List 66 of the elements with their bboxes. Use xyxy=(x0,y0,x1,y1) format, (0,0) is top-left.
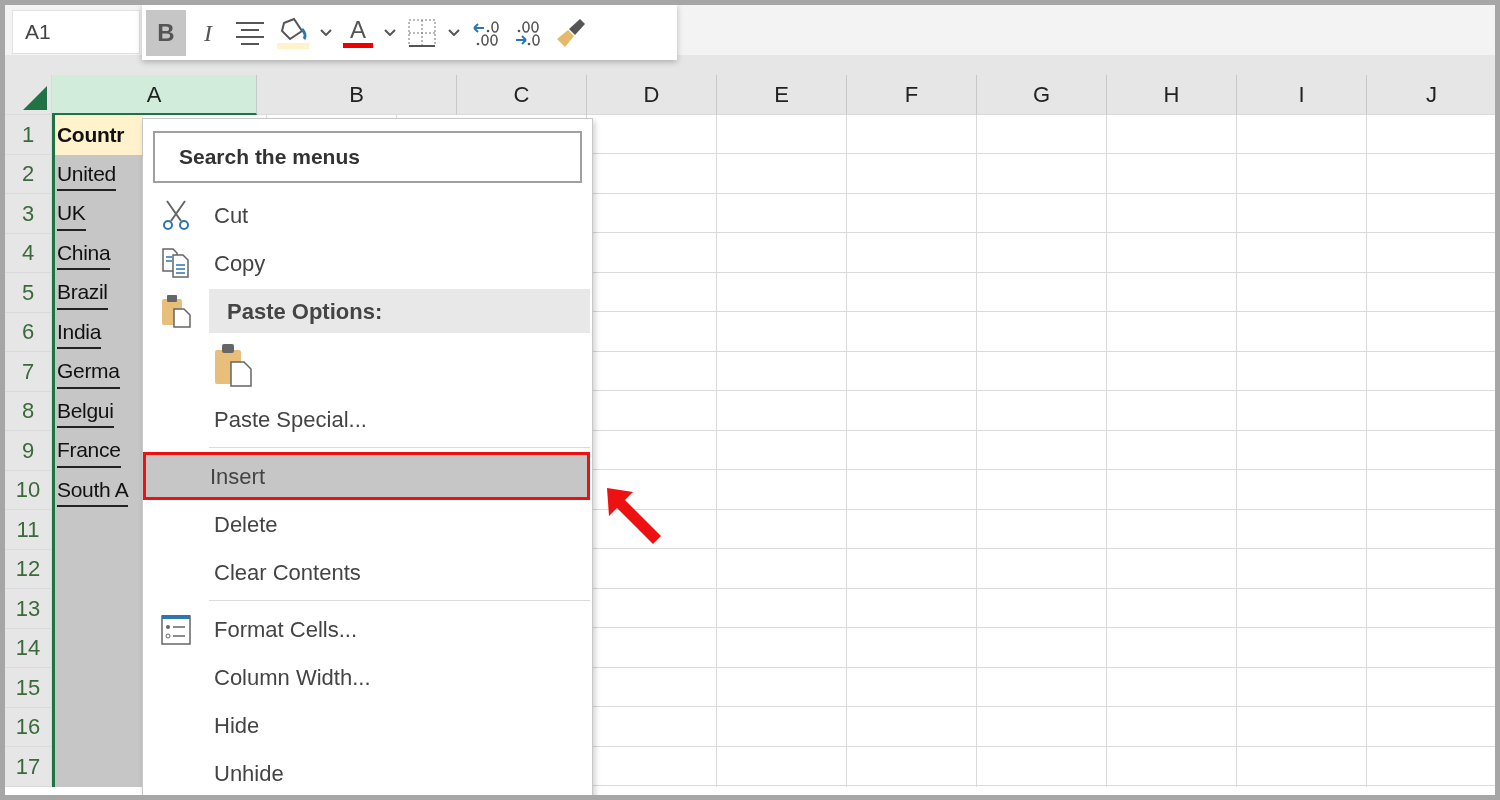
section-header: Paste Options: xyxy=(209,289,590,333)
scissors-icon xyxy=(161,199,191,231)
menu-item[interactable]: Format Cells... xyxy=(209,605,590,653)
caret-icon xyxy=(448,29,460,36)
table-cell: China xyxy=(52,233,143,273)
row-header[interactable]: 2 xyxy=(5,154,52,194)
column-header[interactable]: I xyxy=(1237,75,1367,115)
copy-icon xyxy=(161,247,191,279)
clipboard-icon xyxy=(213,342,253,388)
row-header[interactable]: 1 xyxy=(5,115,52,155)
row-header[interactable]: 15 xyxy=(5,668,52,708)
row-header[interactable]: 16 xyxy=(5,707,52,747)
column-header[interactable]: B xyxy=(257,75,457,115)
row-header[interactable]: 13 xyxy=(5,589,52,629)
row-header[interactable]: 5 xyxy=(5,273,52,313)
borders-icon xyxy=(407,17,437,48)
caret-icon xyxy=(320,29,332,36)
menu-item[interactable]: Cut xyxy=(209,191,590,239)
caret-icon xyxy=(384,29,396,36)
row-header[interactable]: 8 xyxy=(5,391,52,431)
table-cell: UK xyxy=(52,194,143,234)
menu-item[interactable]: Unhide xyxy=(209,749,590,795)
italic-button[interactable]: I xyxy=(188,9,228,56)
row-header[interactable]: 6 xyxy=(5,312,52,352)
menu-item[interactable]: Insert xyxy=(143,452,590,500)
column-header[interactable]: C xyxy=(457,75,587,115)
font-color-button[interactable]: A xyxy=(338,9,378,56)
bold-button[interactable]: B xyxy=(146,9,186,56)
increase-decimal-icon xyxy=(472,18,500,47)
column-header[interactable]: D xyxy=(587,75,717,115)
row-header[interactable]: 12 xyxy=(5,549,52,589)
menu-item[interactable]: Copy xyxy=(209,239,590,287)
search-field[interactable]: Search the menus xyxy=(153,131,582,183)
row-header[interactable]: 4 xyxy=(5,233,52,273)
menu-item[interactable]: Delete xyxy=(209,500,590,548)
row-header[interactable]: 14 xyxy=(5,628,52,668)
table-cell: South A xyxy=(52,470,143,510)
clipboard-icon xyxy=(160,293,192,329)
column-header[interactable]: E xyxy=(717,75,847,115)
row-header[interactable]: 11 xyxy=(5,510,52,550)
decrease-decimal-icon xyxy=(514,18,542,47)
format-cells-icon xyxy=(160,613,192,645)
menu-item[interactable]: Clear Contents xyxy=(209,548,590,596)
table-cell: Brazil xyxy=(52,273,143,313)
column-header[interactable]: J xyxy=(1367,75,1495,115)
table-cell: Belgui xyxy=(52,391,143,431)
column-header[interactable]: A xyxy=(52,75,257,115)
menu-item[interactable]: Column Width... xyxy=(209,653,590,701)
table-cell: United xyxy=(52,154,143,194)
column-header[interactable]: H xyxy=(1107,75,1237,115)
menu-item[interactable]: Hide xyxy=(209,701,590,749)
row-header[interactable]: 9 xyxy=(5,431,52,471)
row-header[interactable]: 3 xyxy=(5,194,52,234)
table-cell: France xyxy=(52,431,143,471)
column-header[interactable]: F xyxy=(847,75,977,115)
row-header[interactable]: 10 xyxy=(5,470,52,510)
select-all-icon xyxy=(23,86,47,110)
menu-item[interactable]: Paste Special... xyxy=(209,395,590,443)
paint-bucket-icon xyxy=(276,16,310,49)
name-box[interactable]: A1 xyxy=(12,10,140,54)
table-cell: India xyxy=(52,312,143,352)
table-cell: Germa xyxy=(52,352,143,392)
table-cell: Countr xyxy=(52,115,143,155)
row-header[interactable]: 17 xyxy=(5,747,52,787)
row-header[interactable]: 7 xyxy=(5,352,52,392)
column-header[interactable]: G xyxy=(977,75,1107,115)
